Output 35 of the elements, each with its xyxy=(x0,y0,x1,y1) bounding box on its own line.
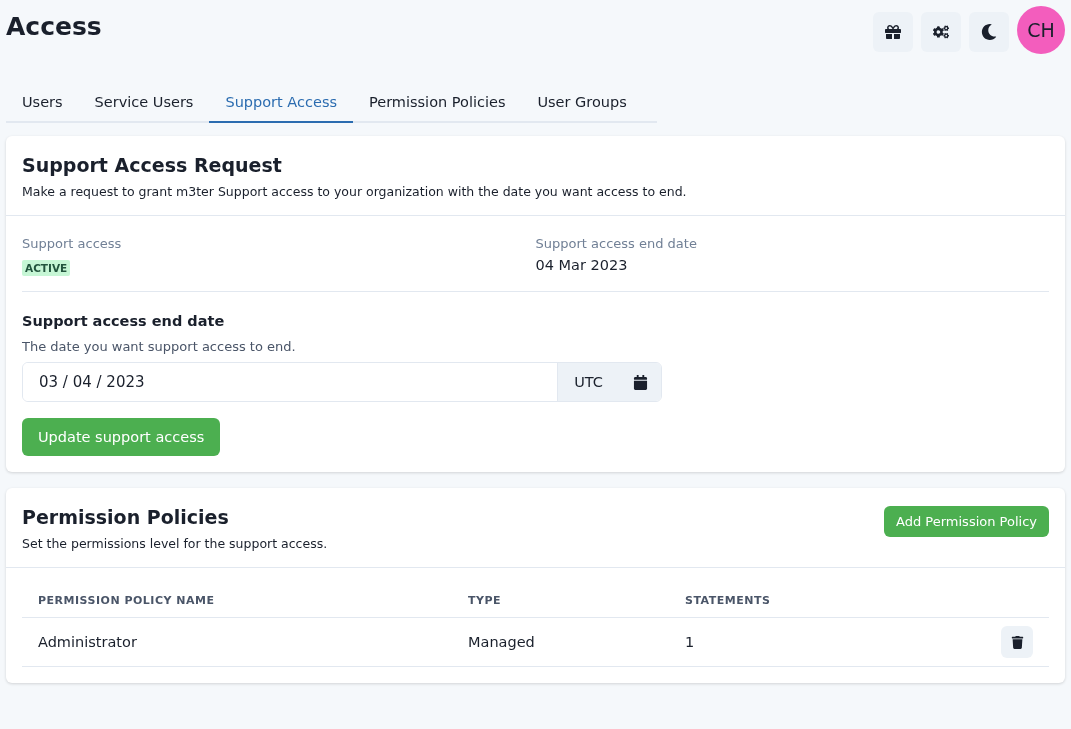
calendar-button[interactable] xyxy=(619,363,661,401)
gift-icon xyxy=(885,24,901,40)
moon-icon xyxy=(981,24,997,40)
gift-button[interactable] xyxy=(873,12,913,52)
status-badge: ACTIVE xyxy=(22,260,71,276)
settings-icon xyxy=(933,24,949,40)
timezone-label: UTC xyxy=(557,363,619,401)
tab[interactable]: Support Access xyxy=(209,84,353,123)
tab[interactable]: Users xyxy=(6,84,79,123)
tab[interactable]: Service Users xyxy=(78,84,210,123)
card-title: Permission Policies xyxy=(22,506,230,528)
card-description: Set the permissions level for the support access. xyxy=(22,536,328,551)
field-label: Support access xyxy=(22,236,123,251)
end-date-value: 04 Mar 2023 xyxy=(535,257,629,273)
table-cell: Administrator xyxy=(22,617,452,667)
card-title: Support Access Request xyxy=(22,154,283,176)
card-description: Make a request to grant m3ter Support access to your organization with the date you want access to end. xyxy=(22,184,687,199)
delete-button[interactable] xyxy=(1001,626,1033,658)
column-header: STATEMENTS xyxy=(669,584,915,618)
settings-button[interactable] xyxy=(921,12,961,52)
column-header: PERMISSION POLICY NAME xyxy=(22,584,452,618)
form-title: Support access end date xyxy=(22,313,226,329)
form-hint: The date you want support access to end. xyxy=(22,339,297,354)
field-label: Support access end date xyxy=(535,236,698,251)
table-cell: Managed xyxy=(452,617,669,667)
moon-button[interactable] xyxy=(969,12,1009,52)
table-cell: 1 xyxy=(669,617,915,667)
date-field[interactable]: 03 / 04 / 2023 UTC xyxy=(22,362,662,402)
column-header: TYPE xyxy=(452,584,669,618)
calendar-icon xyxy=(632,374,648,390)
tab[interactable]: User Groups xyxy=(521,84,643,123)
trash-icon xyxy=(1010,635,1024,649)
page-title: Access xyxy=(6,12,102,41)
tab[interactable]: Permission Policies xyxy=(353,84,522,123)
user-avatar[interactable]: CH xyxy=(1017,6,1065,54)
